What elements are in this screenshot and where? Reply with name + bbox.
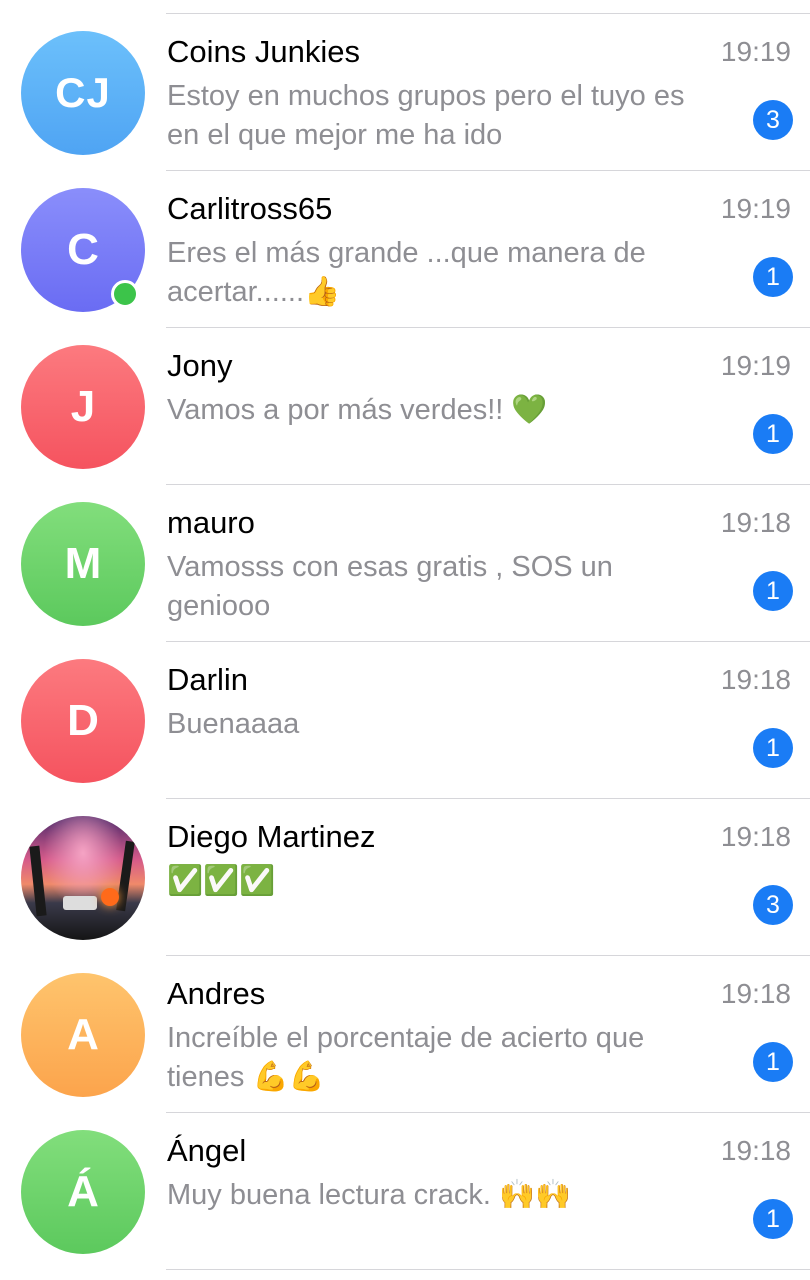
chat-preview: ✅✅✅ bbox=[167, 865, 276, 897]
unread-badge: 1 bbox=[753, 728, 793, 768]
avatar-photo bbox=[21, 816, 145, 940]
chat-preview: Vamos a por más verdes!! 💚 bbox=[167, 394, 548, 426]
avatar: D bbox=[21, 659, 145, 783]
chat-time: 19:19 bbox=[720, 193, 791, 224]
chat-preview: Eres el más grande ...que manera de acer… bbox=[167, 237, 646, 308]
chat-preview: Muy buena lectura crack. 🙌🙌 bbox=[167, 1179, 572, 1211]
chat-preview: Vamosss con esas gratis , SOS un geniooo bbox=[167, 551, 613, 622]
row-divider bbox=[166, 1269, 810, 1270]
chat-row-angel[interactable]: Á Ángel 19:18 Muy buena lectura crack. 🙌… bbox=[0, 1113, 810, 1270]
unread-badge: 3 bbox=[753, 100, 793, 140]
photo-palm-right bbox=[116, 840, 135, 912]
avatar: M bbox=[21, 502, 145, 626]
chat-name: Ángel bbox=[167, 1133, 247, 1168]
photo-fire bbox=[101, 888, 119, 906]
chat-name: Andres bbox=[167, 976, 266, 1011]
chat-time: 19:18 bbox=[720, 664, 791, 695]
photo-palm-left bbox=[29, 845, 47, 917]
chat-row-coins-junkies[interactable]: CJ Coins Junkies 19:19 Estoy en muchos g… bbox=[0, 14, 810, 171]
chat-time: 19:18 bbox=[720, 507, 791, 538]
chat-name: mauro bbox=[167, 505, 255, 540]
chat-preview: Estoy en muchos grupos pero el tuyo es e… bbox=[167, 80, 685, 151]
photo-car bbox=[63, 896, 97, 910]
unread-badge: 1 bbox=[753, 414, 793, 454]
avatar: Á bbox=[21, 1130, 145, 1254]
chat-time: 19:18 bbox=[720, 1135, 791, 1166]
chat-row-darlin[interactable]: D Darlin 19:18 Buenaaaa 1 bbox=[0, 642, 810, 799]
unread-badge: 3 bbox=[753, 885, 793, 925]
chat-name: Diego Martinez bbox=[167, 819, 376, 854]
chat-preview: Increíble el porcentaje de acierto que t… bbox=[167, 1022, 645, 1093]
chat-name: Carlitross65 bbox=[167, 191, 333, 226]
chat-list: CJ Coins Junkies 19:19 Estoy en muchos g… bbox=[0, 14, 810, 1270]
chat-time: 19:19 bbox=[720, 36, 791, 67]
chat-name: Darlin bbox=[167, 662, 248, 697]
chat-preview: Buenaaaa bbox=[167, 708, 300, 740]
unread-badge: 1 bbox=[753, 257, 793, 297]
unread-badge: 1 bbox=[753, 1199, 793, 1239]
avatar: A bbox=[21, 973, 145, 1097]
avatar: CJ bbox=[21, 31, 145, 155]
chat-row-diego-martinez[interactable]: Diego Martinez 19:18 ✅✅✅ 3 bbox=[0, 799, 810, 956]
chat-row-jony[interactable]: J Jony 19:19 Vamos a por más verdes!! 💚 … bbox=[0, 328, 810, 485]
unread-badge: 1 bbox=[753, 571, 793, 611]
avatar: J bbox=[21, 345, 145, 469]
chat-time: 19:18 bbox=[720, 978, 791, 1009]
chat-name: Coins Junkies bbox=[167, 34, 360, 69]
online-indicator bbox=[111, 280, 139, 308]
chat-name: Jony bbox=[167, 348, 233, 383]
chat-row-mauro[interactable]: M mauro 19:18 Vamosss con esas gratis , … bbox=[0, 485, 810, 642]
chat-time: 19:19 bbox=[720, 350, 791, 381]
unread-badge: 1 bbox=[753, 1042, 793, 1082]
chat-row-carlitross65[interactable]: C Carlitross65 19:19 Eres el más grande … bbox=[0, 171, 810, 328]
chat-time: 19:18 bbox=[720, 821, 791, 852]
chat-row-andres[interactable]: A Andres 19:18 Increíble el porcentaje d… bbox=[0, 956, 810, 1113]
